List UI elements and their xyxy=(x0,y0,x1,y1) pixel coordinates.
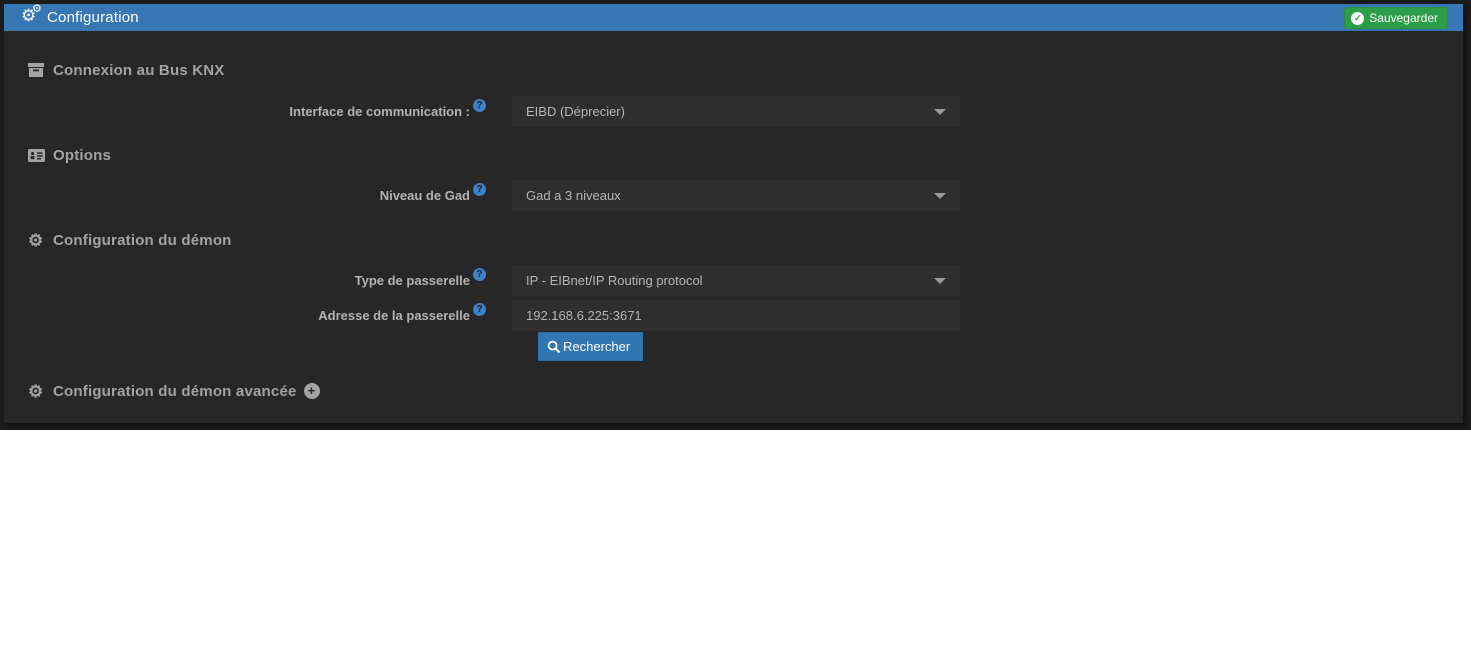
section-knx-title: Connexion au Bus KNX xyxy=(53,61,225,79)
cogs-icon: ⚙ ⚙ xyxy=(21,2,42,25)
panel-body: Connexion au Bus KNX Interface de commun… xyxy=(4,60,1463,401)
gad-level-row: Niveau de Gad? Gad a 3 niveaux xyxy=(28,180,1463,211)
gateway-type-select-value: IP - EIBnet/IP Routing protocol xyxy=(526,273,703,288)
gad-level-label: Niveau de Gad? xyxy=(28,183,486,203)
search-icon xyxy=(547,340,561,353)
section-daemon-advanced-heading: ⚙ Configuration du démon avancée + xyxy=(28,381,1463,401)
question-circle-icon[interactable]: ? xyxy=(473,268,486,281)
gateway-type-row: Type de passerelle? IP - EIBnet/IP Routi… xyxy=(28,265,1463,296)
section-daemon-advanced-title: Configuration du démon avancée xyxy=(53,382,297,400)
gateway-address-label: Adresse de la passerelle? xyxy=(28,303,486,323)
gear-icon: ⚙ xyxy=(28,381,44,401)
caret-down-icon xyxy=(934,277,946,284)
gear-icon: ⚙ xyxy=(28,230,44,250)
search-button[interactable]: Rechercher xyxy=(538,332,644,361)
section-options-title: Options xyxy=(53,146,112,164)
interface-select[interactable]: EIBD (Déprecier) xyxy=(512,96,960,127)
page-title: Configuration xyxy=(47,9,139,26)
save-button[interactable]: ✓ Sauvegarder xyxy=(1344,7,1448,29)
gad-level-select-value: Gad a 3 niveaux xyxy=(526,188,621,203)
address-card-icon xyxy=(28,148,46,162)
caret-down-icon xyxy=(934,192,946,199)
question-circle-icon[interactable]: ? xyxy=(473,183,486,196)
section-daemon-title: Configuration du démon xyxy=(53,231,232,249)
save-button-label: Sauvegarder xyxy=(1369,11,1438,25)
question-circle-icon[interactable]: ? xyxy=(473,99,486,112)
interface-row: Interface de communication :? EIBD (Dépr… xyxy=(28,96,1463,127)
interface-select-value: EIBD (Déprecier) xyxy=(526,104,625,119)
gateway-type-label: Type de passerelle? xyxy=(28,268,486,288)
panel-header: ⚙ ⚙ Configuration ✓ Sauvegarder xyxy=(4,2,1463,31)
configuration-panel: ⚙ ⚙ Configuration ✓ Sauvegarder Connexio… xyxy=(4,2,1463,423)
interface-label: Interface de communication :? xyxy=(28,99,486,119)
app-background: ⚙ ⚙ Configuration ✓ Sauvegarder Connexio… xyxy=(0,0,1471,430)
gateway-address-input[interactable] xyxy=(512,300,960,331)
plus-circle-icon[interactable]: + xyxy=(303,383,320,399)
gad-level-select[interactable]: Gad a 3 niveaux xyxy=(512,180,960,211)
question-circle-icon[interactable]: ? xyxy=(473,303,486,316)
archive-icon xyxy=(28,63,46,77)
section-daemon-heading: ⚙ Configuration du démon xyxy=(28,230,1463,250)
search-button-label: Rechercher xyxy=(563,339,631,354)
gateway-type-select[interactable]: IP - EIBnet/IP Routing protocol xyxy=(512,265,960,296)
section-options-heading: Options xyxy=(28,145,1463,165)
gateway-address-row: Adresse de la passerelle? xyxy=(28,300,1463,331)
caret-down-icon xyxy=(934,108,946,115)
section-knx-heading: Connexion au Bus KNX xyxy=(28,60,1463,80)
check-circle-icon: ✓ xyxy=(1351,11,1365,25)
search-button-row: Rechercher xyxy=(538,332,1463,361)
